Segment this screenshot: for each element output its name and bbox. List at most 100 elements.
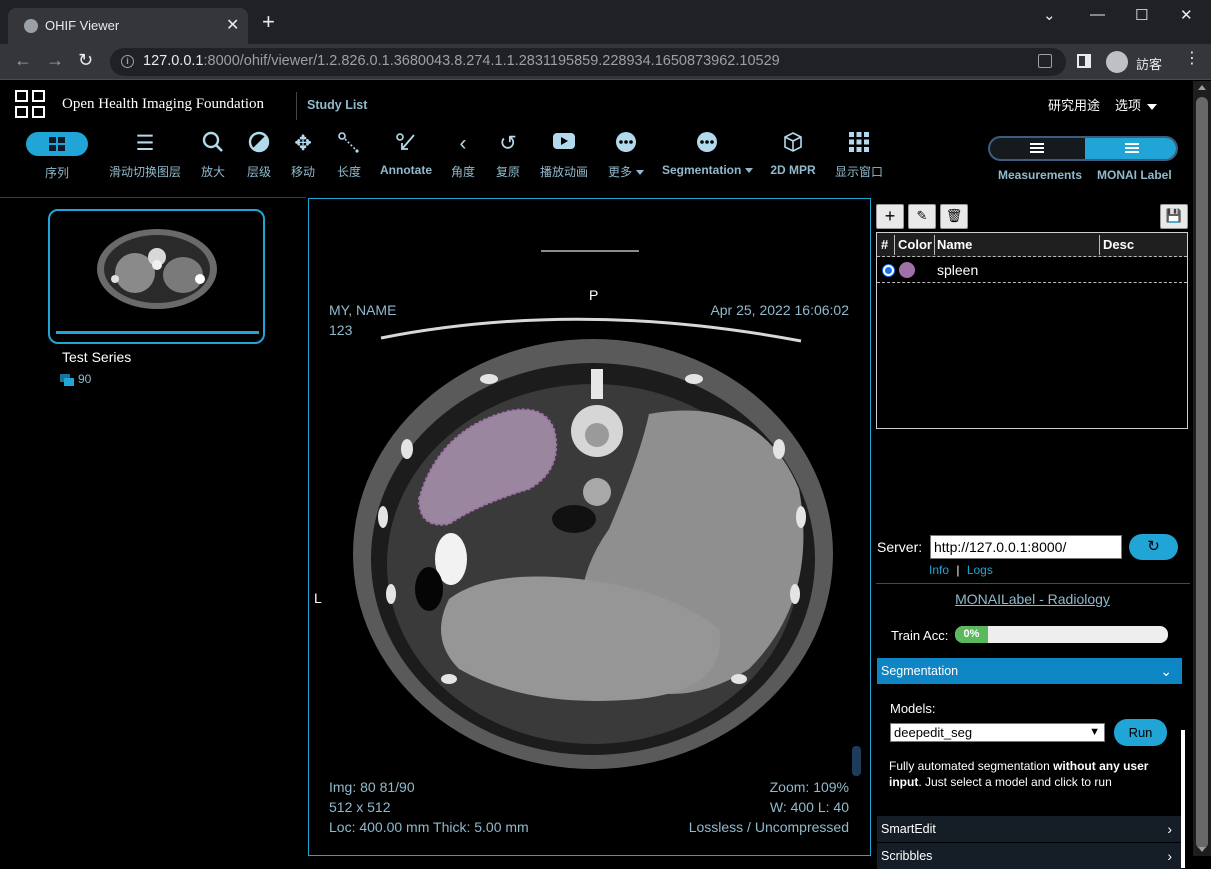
column-header-desc: Desc: [1103, 237, 1135, 252]
brand-name: Open Health Imaging Foundation: [62, 96, 265, 112]
profile-avatar-icon[interactable]: [1106, 51, 1128, 73]
scroll-down-icon[interactable]: [1198, 847, 1206, 852]
link-separator: |: [956, 563, 960, 577]
series-toggle-pill: [26, 132, 88, 156]
logs-link[interactable]: Logs: [967, 563, 993, 577]
table-row[interactable]: spleen: [877, 258, 1187, 283]
save-segments-button[interactable]: 💾: [1160, 204, 1188, 229]
image-stack-icon: [60, 373, 74, 386]
series-button[interactable]: 序列: [26, 131, 88, 181]
length-button[interactable]: 长度: [334, 131, 364, 180]
server-url-input[interactable]: [930, 535, 1122, 559]
translate-icon[interactable]: [1038, 54, 1052, 68]
reload-icon[interactable]: ↻: [78, 50, 93, 71]
edit-segment-button[interactable]: ✎: [908, 204, 936, 229]
scroll-up-icon[interactable]: [1198, 85, 1206, 90]
segment-color-swatch[interactable]: [899, 262, 915, 278]
undo-icon: ↺: [499, 132, 517, 155]
ohif-app: Open Health Imaging Foundation Study Lis…: [0, 81, 1193, 869]
layout-grid-icon: [834, 131, 884, 157]
ct-thumbnail-image: [95, 219, 220, 315]
segment-name: spleen: [937, 262, 979, 278]
patient-name: MY, NAME: [329, 302, 397, 318]
cine-button[interactable]: 播放动画: [538, 131, 590, 180]
page-scrollbar[interactable]: [1193, 81, 1211, 856]
segmentation-menu-button[interactable]: Segmentation: [662, 131, 754, 177]
models-label: Models:: [890, 701, 936, 716]
back-icon[interactable]: ←: [14, 50, 32, 71]
arrow-annotate-icon: [380, 131, 432, 157]
segmentation-accordion-header[interactable]: Segmentation ⌄: [877, 658, 1182, 684]
dicom-viewport[interactable]: MY, NAME 123 Apr 25, 2022 16:06:02 P L I…: [308, 198, 871, 856]
header-divider: [296, 92, 297, 120]
url-text: 127.0.0.1:8000/ohif/viewer/1.2.826.0.1.3…: [143, 53, 780, 69]
browser-menu-icon[interactable]: ⋮: [1184, 51, 1200, 67]
run-button[interactable]: Run: [1114, 719, 1167, 746]
train-accuracy-fill: 0%: [955, 626, 988, 643]
levels-button[interactable]: 层级: [244, 131, 274, 180]
panel-divider: [876, 583, 1190, 584]
column-header-name: Name: [937, 237, 973, 252]
annotate-button[interactable]: Annotate: [380, 131, 432, 177]
side-panel-icon[interactable]: [1077, 54, 1091, 68]
bars-icon: ☰: [135, 132, 155, 155]
layout-button[interactable]: 显示窗口: [834, 131, 884, 180]
new-tab-button[interactable]: +: [262, 11, 275, 33]
close-tab-icon[interactable]: ✕: [226, 15, 239, 35]
column-header-index: #: [881, 237, 889, 252]
main-toolbar: 序列 ☰ 滑动切换图层 放大 层级 ✥ 移动 长度 Annotate ‹ 角度 …: [0, 131, 1193, 197]
model-select[interactable]: deepedit_seg ▼: [890, 723, 1105, 742]
study-list-link[interactable]: Study List: [307, 98, 367, 112]
add-segment-button[interactable]: +: [876, 204, 904, 229]
browser-tab-bar: OHIF Viewer ✕ + ⌄ — ☐ ✕: [0, 0, 1211, 44]
smartedit-accordion-header[interactable]: SmartEdit ›: [877, 816, 1182, 842]
play-video-icon: [538, 131, 590, 157]
segment-select-radio[interactable]: [882, 264, 895, 277]
site-info-icon[interactable]: i: [121, 55, 134, 68]
window-level: W: 400 L: 40: [769, 799, 849, 815]
page-scroll-thumb[interactable]: [1196, 97, 1208, 849]
profile-label[interactable]: 訪客: [1136, 54, 1162, 73]
minimize-icon[interactable]: —: [1090, 6, 1105, 23]
mpr-button[interactable]: 2D MPR: [768, 131, 818, 177]
viewport-scrollbar[interactable]: [852, 746, 861, 776]
angle-button[interactable]: ‹ 角度: [448, 131, 478, 180]
train-accuracy-bar: 0%: [955, 626, 1168, 643]
tab-search-icon[interactable]: ⌄: [1043, 6, 1056, 24]
column-separator: [934, 235, 935, 255]
series-description: Test Series: [62, 349, 132, 365]
column-header-color: Color: [898, 237, 932, 252]
info-link[interactable]: Info: [929, 563, 949, 577]
monai-label-toggle[interactable]: [1085, 138, 1176, 159]
stack-scroll-button[interactable]: ☰ 滑动切换图层: [108, 131, 182, 180]
more-tools-button[interactable]: 更多: [606, 131, 646, 180]
segments-table: # Color Name Desc spleen: [876, 232, 1188, 429]
study-date: Apr 25, 2022 16:06:02: [710, 302, 849, 318]
grid-icon: [49, 137, 65, 151]
refresh-server-button[interactable]: ↻: [1129, 534, 1178, 560]
scribbles-accordion-header[interactable]: Scribbles ›: [877, 843, 1182, 869]
monai-label-label[interactable]: MONAI Label: [1097, 168, 1172, 182]
maximize-icon[interactable]: ☐: [1135, 6, 1148, 24]
forward-icon[interactable]: →: [46, 50, 64, 71]
pan-button[interactable]: ✥ 移动: [288, 131, 318, 180]
reset-button[interactable]: ↺ 复原: [493, 131, 523, 180]
measurements-toggle[interactable]: [990, 138, 1085, 159]
browser-tab[interactable]: OHIF Viewer ✕: [8, 8, 248, 44]
delete-segment-button[interactable]: 🗑: [940, 204, 968, 229]
thumbnail-progress-bar: [56, 331, 259, 334]
panel-scrollbar[interactable]: [1181, 730, 1185, 868]
image-dimensions: 512 x 512: [329, 799, 391, 815]
url-input[interactable]: i 127.0.0.1:8000/ohif/viewer/1.2.826.0.1…: [110, 48, 1066, 76]
ruler-icon: [334, 131, 364, 157]
options-menu[interactable]: 选项: [1115, 95, 1158, 114]
series-thumbnail[interactable]: [48, 209, 265, 344]
right-panel-toggle: [988, 136, 1178, 161]
monai-app-title-link[interactable]: MONAILabel - Radiology: [872, 591, 1193, 607]
measurements-label[interactable]: Measurements: [998, 168, 1082, 182]
chevron-down-icon: ⌄: [1160, 663, 1172, 679]
patient-id: 123: [329, 322, 353, 338]
zoom-button[interactable]: 放大: [198, 131, 228, 180]
close-window-icon[interactable]: ✕: [1180, 6, 1193, 24]
train-accuracy-label: Train Acc:: [891, 628, 949, 643]
